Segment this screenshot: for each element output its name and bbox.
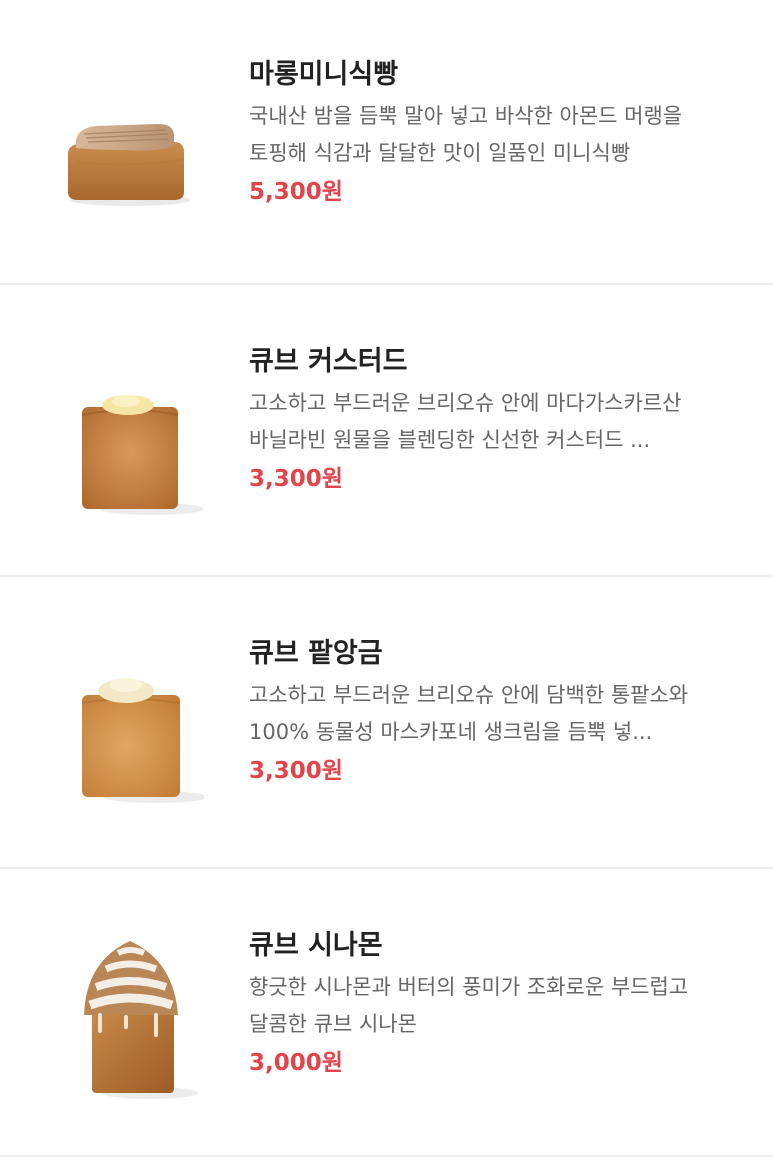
menu-item-price: 5,300원 <box>249 179 343 205</box>
menu-item-description: 향긋한 시나몬과 버터의 풍미가 조화로운 부드럽고 달콤한 큐브 시나몬 <box>249 975 689 1036</box>
menu-item-info: 마롱미니식빵 국내산 밤을 듬뿍 말아 넣고 바삭한 아몬드 머랭을 토핑해 식… <box>249 58 739 208</box>
menu-item-info: 큐브 커스터드 고소하고 부드러운 브리오슈 안에 마다가스카르산 바닐라빈 원… <box>249 345 739 495</box>
mini-bread-loaf-icon <box>56 92 204 240</box>
menu-item-description: 국내산 밤을 듬뿍 말아 넣고 바삭한 아몬드 머랭을 토핑해 식감과 달달한 … <box>249 104 683 165</box>
menu-item-cube-custard[interactable]: 큐브 커스터드 고소하고 부드러운 브리오슈 안에 마다가스카르산 바닐라빈 원… <box>0 285 773 577</box>
menu-item-price: 3,300원 <box>249 758 343 784</box>
cube-red-bean-bread-icon <box>56 657 204 805</box>
menu-item-info: 큐브 시나몬 향긋한 시나몬과 버터의 풍미가 조화로운 부드럽고 달콤한 큐브… <box>249 929 739 1079</box>
menu-item-name: 큐브 팥앙금 <box>249 638 383 669</box>
cube-cinnamon-bread-icon <box>56 931 204 1099</box>
menu-item-name: 큐브 시나몬 <box>249 930 383 961</box>
cube-custard-bread-icon <box>56 375 204 523</box>
menu-list: 마롱미니식빵 국내산 밤을 듬뿍 말아 넣고 바삭한 아몬드 머랭을 토핑해 식… <box>0 0 773 1157</box>
menu-item-cube-cinnamon[interactable]: 큐브 시나몬 향긋한 시나몬과 버터의 풍미가 조화로운 부드럽고 달콤한 큐브… <box>0 869 773 1157</box>
menu-item-description: 고소하고 부드러운 브리오슈 안에 담백한 통팥소와 100% 동물성 마스카포… <box>249 683 689 744</box>
menu-item-price: 3,000원 <box>249 1050 343 1076</box>
menu-item-price: 3,300원 <box>249 466 343 492</box>
menu-item-name: 마롱미니식빵 <box>249 59 399 90</box>
menu-item-cube-red-bean[interactable]: 큐브 팥앙금 고소하고 부드러운 브리오슈 안에 담백한 통팥소와 100% 동… <box>0 577 773 869</box>
menu-item-marron-mini-bread[interactable]: 마롱미니식빵 국내산 밤을 듬뿍 말아 넣고 바삭한 아몬드 머랭을 토핑해 식… <box>0 0 773 285</box>
menu-item-info: 큐브 팥앙금 고소하고 부드러운 브리오슈 안에 담백한 통팥소와 100% 동… <box>249 637 739 787</box>
menu-item-description: 고소하고 부드러운 브리오슈 안에 마다가스카르산 바닐라빈 원물을 블렌딩한 … <box>249 391 682 452</box>
menu-item-name: 큐브 커스터드 <box>249 346 408 377</box>
